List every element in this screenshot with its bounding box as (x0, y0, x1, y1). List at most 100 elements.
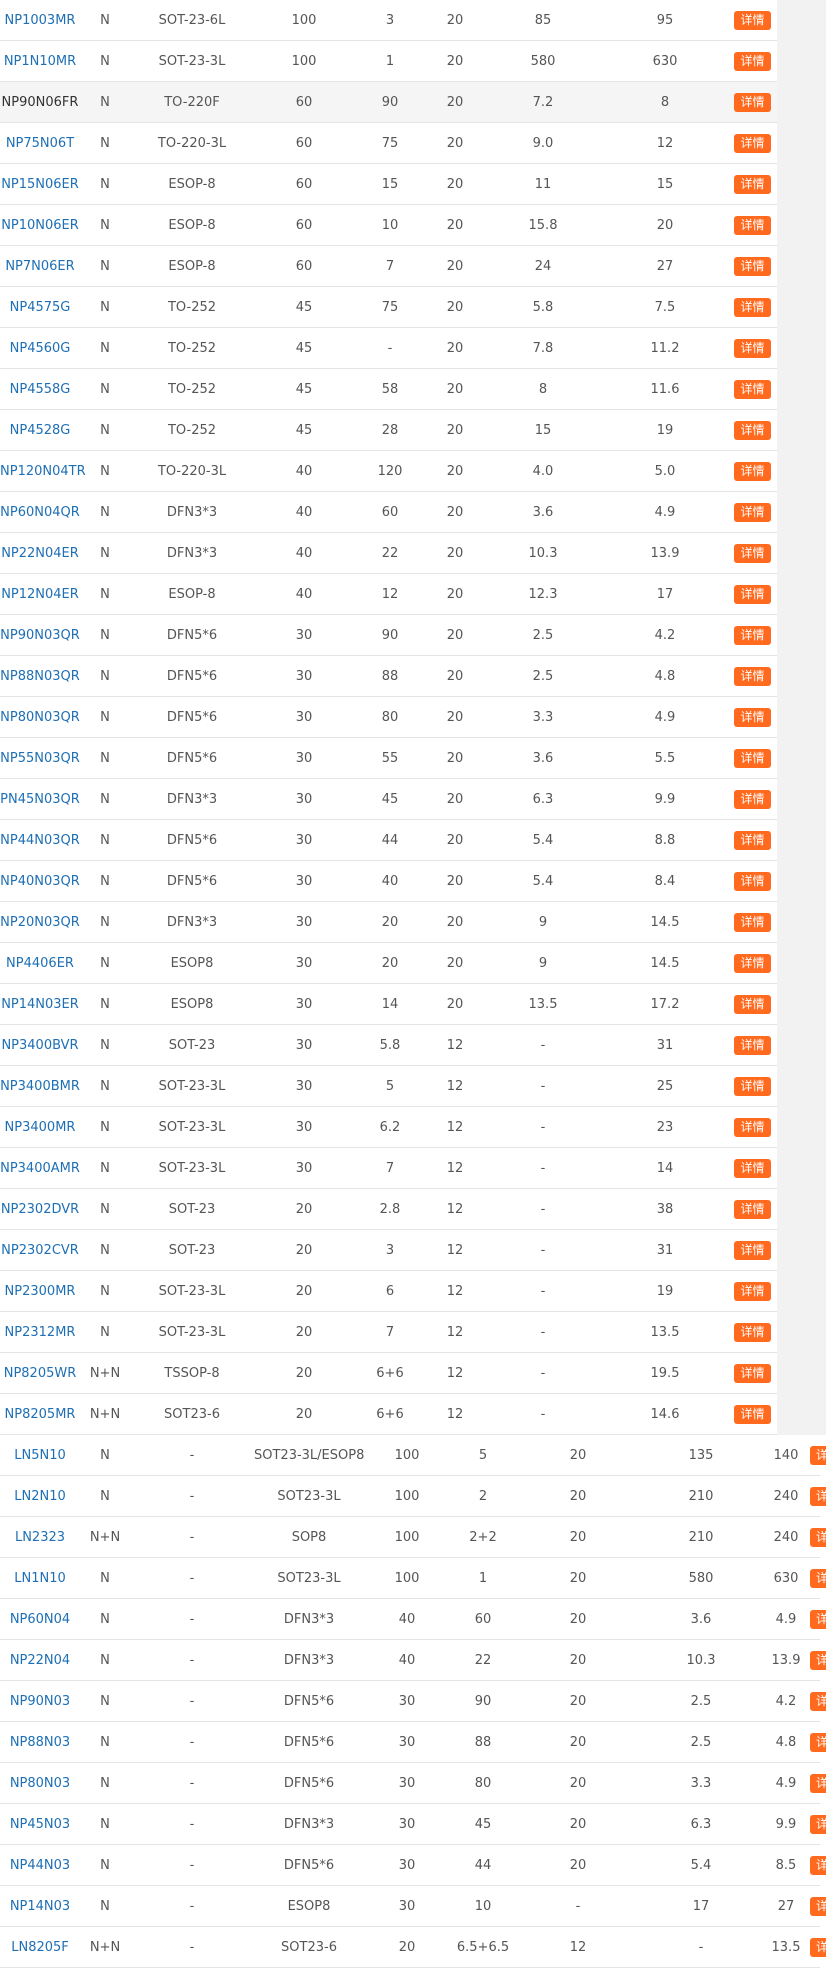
model-link[interactable]: NP15N06ER (1, 177, 79, 192)
model-link[interactable]: LN2N10 (14, 1489, 66, 1504)
detail-button[interactable]: 详情 (810, 1609, 826, 1629)
detail-button[interactable]: 详情 (734, 1035, 771, 1055)
detail-button[interactable]: 详情 (734, 10, 771, 30)
model-link[interactable]: NP4575G (10, 300, 71, 315)
detail-button[interactable]: 详情 (734, 994, 771, 1014)
model-link[interactable]: LN8205F (11, 1940, 69, 1955)
model-link[interactable]: NP3400AMR (0, 1161, 80, 1176)
detail-button[interactable]: 详情 (810, 1937, 826, 1957)
detail-button[interactable]: 详情 (810, 1773, 826, 1793)
model-link[interactable]: NP88N03 (10, 1735, 70, 1750)
model-link[interactable]: NP120N04TR (0, 464, 86, 479)
model-link[interactable]: NP55N03QR (0, 751, 80, 766)
detail-button[interactable]: 详情 (734, 51, 771, 71)
channel-type-cell: N (80, 1435, 130, 1476)
model-link[interactable]: NP44N03QR (0, 833, 80, 848)
model-link[interactable]: NP3400BVR (1, 1038, 78, 1053)
model-link[interactable]: NP1003MR (5, 13, 76, 28)
detail-button[interactable]: 详情 (810, 1650, 826, 1670)
detail-button[interactable]: 详情 (734, 953, 771, 973)
detail-button[interactable]: 详情 (734, 871, 771, 891)
model-link[interactable]: NP80N03 (10, 1776, 70, 1791)
detail-button[interactable]: 详情 (734, 748, 771, 768)
detail-button[interactable]: 详情 (734, 174, 771, 194)
detail-button[interactable]: 详情 (810, 1896, 826, 1916)
detail-button[interactable]: 详情 (810, 1855, 826, 1875)
model-link[interactable]: NP44N03 (10, 1858, 70, 1873)
model-link[interactable]: NP10N06ER (1, 218, 79, 233)
detail-button[interactable]: 详情 (734, 379, 771, 399)
model-link[interactable]: NP45N03 (10, 1817, 70, 1832)
model-link[interactable]: NP4560G (10, 341, 71, 356)
detail-button[interactable]: 详情 (734, 215, 771, 235)
model-link[interactable]: NP90N03 (10, 1694, 70, 1709)
model-link[interactable]: NP90N06FR (2, 95, 79, 110)
model-link[interactable]: NP60N04 (10, 1612, 70, 1627)
detail-button[interactable]: 详情 (734, 789, 771, 809)
detail-button[interactable]: 详情 (734, 912, 771, 932)
model-link[interactable]: NP80N03QR (0, 710, 80, 725)
detail-button[interactable]: 详情 (810, 1691, 826, 1711)
model-link[interactable]: NP40N03QR (0, 874, 80, 889)
detail-button[interactable]: 详情 (734, 666, 771, 686)
detail-button[interactable]: 详情 (810, 1732, 826, 1752)
detail-button[interactable]: 详情 (734, 1117, 771, 1137)
model-link[interactable]: NP14N03 (10, 1899, 70, 1914)
model-link[interactable]: NP12N04ER (1, 587, 79, 602)
detail-button[interactable]: 详情 (810, 1814, 826, 1834)
model-link[interactable]: LN2323 (15, 1530, 65, 1545)
detail-button[interactable]: 详情 (810, 1445, 826, 1465)
detail-button[interactable]: 详情 (734, 1158, 771, 1178)
detail-button[interactable]: 详情 (734, 707, 771, 727)
detail-button[interactable]: 详情 (734, 543, 771, 563)
detail-button[interactable]: 详情 (734, 420, 771, 440)
detail-button[interactable]: 详情 (734, 1076, 771, 1096)
model-link[interactable]: NP3400BMR (0, 1079, 80, 1094)
model-link[interactable]: NP75N06T (6, 136, 74, 151)
model-link[interactable]: NP22N04ER (1, 546, 79, 561)
detail-button[interactable]: 详情 (734, 297, 771, 317)
detail-button[interactable]: 详情 (734, 1322, 771, 1342)
detail-button[interactable]: 详情 (734, 1281, 771, 1301)
id-cell: 5.8 (354, 1024, 426, 1066)
model-link[interactable]: NP4558G (10, 382, 71, 397)
model-link[interactable]: NP20N03QR (0, 915, 80, 930)
detail-button[interactable]: 详情 (734, 584, 771, 604)
detail-button[interactable]: 详情 (734, 1404, 771, 1424)
model-link[interactable]: NP7N06ER (5, 259, 74, 274)
detail-button[interactable]: 详情 (734, 256, 771, 276)
detail-button[interactable]: 详情 (810, 1527, 826, 1547)
model-link[interactable]: NP8205WR (4, 1366, 77, 1381)
package-cell: SOT-23-6L (130, 0, 254, 41)
model-link[interactable]: NP2312MR (5, 1325, 76, 1340)
model-link[interactable]: NP3400MR (5, 1120, 76, 1135)
model-link[interactable]: NP4528G (10, 423, 71, 438)
action-cell: 详情 (728, 1270, 777, 1312)
model-link[interactable]: NP8205MR (5, 1407, 76, 1422)
model-link[interactable]: NP1N10MR (4, 54, 76, 69)
model-link[interactable]: NP90N03QR (0, 628, 80, 643)
model-link[interactable]: NP2302DVR (1, 1202, 79, 1217)
detail-button[interactable]: 详情 (810, 1486, 826, 1506)
detail-button[interactable]: 详情 (734, 625, 771, 645)
model-link[interactable]: NP14N03ER (1, 997, 79, 1012)
model-link[interactable]: NP2300MR (5, 1284, 76, 1299)
detail-button[interactable]: 详情 (734, 1363, 771, 1383)
model-link[interactable]: NP22N04 (10, 1653, 70, 1668)
detail-button[interactable]: 详情 (734, 338, 771, 358)
model-link[interactable]: NP88N03QR (0, 669, 80, 684)
model-link[interactable]: LN1N10 (14, 1571, 66, 1586)
detail-button[interactable]: 详情 (734, 133, 771, 153)
detail-button[interactable]: 详情 (734, 92, 771, 112)
model-link[interactable]: NP60N04QR (0, 505, 80, 520)
detail-button[interactable]: 详情 (810, 1568, 826, 1588)
detail-button[interactable]: 详情 (734, 1240, 771, 1260)
model-link[interactable]: NP2302CVR (1, 1243, 79, 1258)
detail-button[interactable]: 详情 (734, 502, 771, 522)
model-link[interactable]: NP4406ER (6, 956, 74, 971)
detail-button[interactable]: 详情 (734, 1199, 771, 1219)
detail-button[interactable]: 详情 (734, 461, 771, 481)
model-link[interactable]: LN5N10 (14, 1448, 66, 1463)
model-link[interactable]: PN45N03QR (0, 792, 80, 807)
detail-button[interactable]: 详情 (734, 830, 771, 850)
